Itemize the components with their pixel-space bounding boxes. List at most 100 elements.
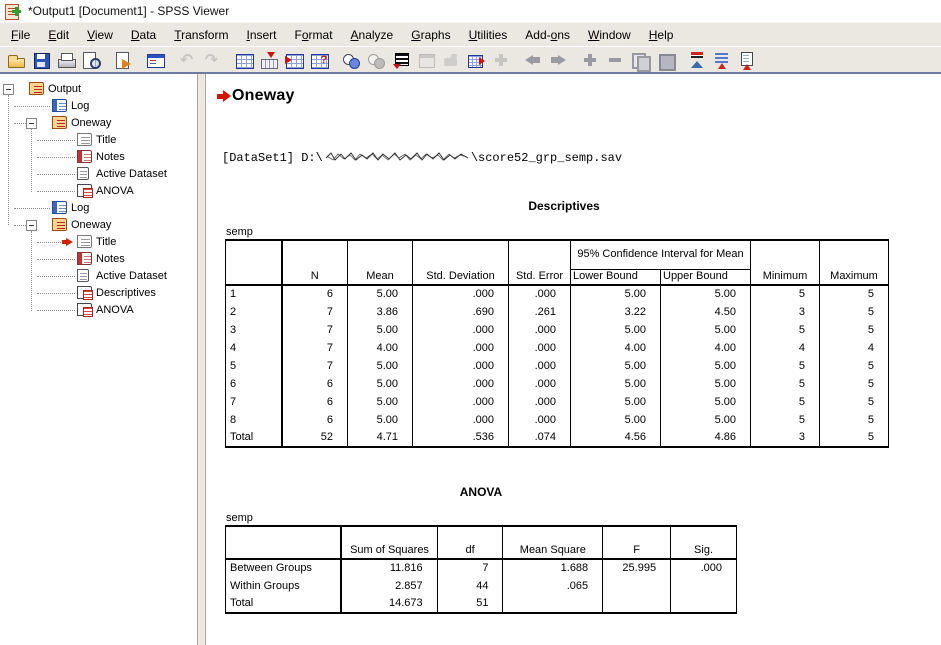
select-cases-button[interactable] bbox=[281, 48, 306, 71]
collapse-box[interactable] bbox=[3, 84, 14, 95]
export-output-button[interactable] bbox=[110, 48, 135, 71]
outline-item-active-dataset[interactable]: Active Dataset bbox=[0, 166, 197, 183]
select-last-output-button[interactable] bbox=[388, 48, 413, 71]
goto-case-button[interactable] bbox=[256, 48, 281, 71]
goto-case-icon bbox=[259, 50, 279, 70]
open-file-button[interactable] bbox=[3, 48, 28, 71]
outline-item-output[interactable]: Output bbox=[0, 81, 197, 98]
tree-connector bbox=[37, 310, 75, 311]
tree-connector bbox=[37, 242, 63, 243]
menu-data[interactable]: Data bbox=[122, 25, 165, 45]
print-button[interactable] bbox=[53, 48, 78, 71]
title-bar[interactable]: *Output1 [Document1] - SPSS Viewer bbox=[0, 0, 941, 22]
goto-data-button[interactable] bbox=[231, 48, 256, 71]
undo-button[interactable] bbox=[174, 48, 199, 71]
cell bbox=[671, 577, 737, 595]
anova-caption: semp bbox=[225, 512, 737, 524]
outline-item-oneway[interactable]: Oneway bbox=[0, 115, 197, 132]
table-row: 375.00.000.0005.005.0055 bbox=[226, 321, 889, 339]
show-item-button[interactable] bbox=[627, 48, 652, 71]
menu-file[interactable]: File bbox=[2, 25, 39, 45]
cell: 5 bbox=[820, 375, 889, 393]
menu-transform[interactable]: Transform bbox=[165, 25, 237, 45]
outline-item-title[interactable]: Title bbox=[0, 132, 197, 149]
use-sets-icon bbox=[341, 50, 361, 70]
variables-button[interactable] bbox=[306, 48, 331, 71]
designate-window-icon bbox=[416, 50, 436, 70]
insert-object-button[interactable] bbox=[488, 48, 513, 71]
menu-view[interactable]: View bbox=[78, 25, 122, 45]
cell: .000 bbox=[413, 285, 509, 303]
insert-heading-button[interactable] bbox=[734, 48, 759, 71]
outline-item-log[interactable]: Log bbox=[0, 98, 197, 115]
outline-item-label: Output bbox=[48, 83, 81, 95]
outline-item-active-dataset[interactable]: Active Dataset bbox=[0, 268, 197, 285]
save-button[interactable] bbox=[28, 48, 53, 71]
cell: .000 bbox=[413, 375, 509, 393]
pane-splitter[interactable] bbox=[197, 74, 206, 645]
demote-item-button[interactable] bbox=[709, 48, 734, 71]
menu-edit[interactable]: Edit bbox=[39, 25, 78, 45]
menu-help[interactable]: Help bbox=[640, 25, 683, 45]
menu-add-ons[interactable]: Add-ons bbox=[516, 25, 579, 45]
cell: 4 bbox=[820, 339, 889, 357]
menu-insert[interactable]: Insert bbox=[237, 25, 285, 45]
use-sets-button[interactable] bbox=[338, 48, 363, 71]
column-header: N bbox=[282, 240, 348, 285]
cell: 7 bbox=[282, 339, 348, 357]
menu-format[interactable]: Format bbox=[286, 25, 342, 45]
menu-utilities[interactable]: Utilities bbox=[460, 25, 517, 45]
outline-item-label: ANOVA bbox=[96, 304, 134, 316]
menu-window[interactable]: Window bbox=[579, 25, 640, 45]
cell: 52 bbox=[282, 429, 348, 447]
collapse-box[interactable] bbox=[26, 220, 37, 231]
outline-item-notes[interactable]: Notes bbox=[0, 251, 197, 268]
next-item-button[interactable] bbox=[545, 48, 570, 71]
collapse-box[interactable] bbox=[26, 118, 37, 129]
designate-window-button[interactable] bbox=[413, 48, 438, 71]
recall-dialog-button[interactable] bbox=[142, 48, 167, 71]
anova-table[interactable]: Sum of SquaresdfMean SquareFSig.Between … bbox=[225, 525, 737, 614]
menu-analyze[interactable]: Analyze bbox=[342, 25, 403, 45]
outline-item-label: Descriptives bbox=[96, 287, 156, 299]
outline-item-descriptives[interactable]: Descriptives bbox=[0, 285, 197, 302]
cell: 5.00 bbox=[571, 321, 661, 339]
cell: 7 bbox=[282, 357, 348, 375]
outline-item-label: Log bbox=[71, 100, 89, 112]
cell: 5.00 bbox=[571, 357, 661, 375]
previous-item-button[interactable] bbox=[520, 48, 545, 71]
cell: 3.86 bbox=[348, 303, 413, 321]
descriptives-table[interactable]: NMeanStd. DeviationStd. Error95% Confide… bbox=[225, 239, 889, 448]
print-preview-button[interactable] bbox=[78, 48, 103, 71]
expand-outline-button[interactable] bbox=[577, 48, 602, 71]
row-label: Total bbox=[226, 595, 342, 613]
toolbar-separator bbox=[570, 48, 577, 71]
redo-button[interactable] bbox=[199, 48, 224, 71]
outline-item-notes[interactable]: Notes bbox=[0, 149, 197, 166]
cell: 5.00 bbox=[571, 375, 661, 393]
outline-item-anova[interactable]: ANOVA bbox=[0, 183, 197, 200]
outline-item-log[interactable]: Log bbox=[0, 200, 197, 217]
hide-results-button[interactable] bbox=[438, 48, 463, 71]
outline-item-anova[interactable]: ANOVA bbox=[0, 302, 197, 319]
app-icon[interactable] bbox=[5, 3, 21, 19]
cell: .000 bbox=[509, 285, 571, 303]
hide-item-button[interactable] bbox=[652, 48, 677, 71]
collapse-outline-button[interactable] bbox=[602, 48, 627, 71]
cell: 5.00 bbox=[661, 411, 751, 429]
cell: 6 bbox=[282, 375, 348, 393]
cell: 5 bbox=[820, 357, 889, 375]
cell: 7 bbox=[282, 303, 348, 321]
outline-item-oneway[interactable]: Oneway bbox=[0, 217, 197, 234]
select-sets-button[interactable] bbox=[363, 48, 388, 71]
cell: 4.00 bbox=[348, 339, 413, 357]
cell: 3.22 bbox=[571, 303, 661, 321]
insert-chart-button[interactable] bbox=[463, 48, 488, 71]
cell: 5.00 bbox=[661, 393, 751, 411]
toolbar-separator bbox=[224, 48, 231, 71]
redo-icon bbox=[202, 50, 222, 70]
tree-connector bbox=[14, 123, 26, 124]
outline-item-title[interactable]: Title bbox=[0, 234, 197, 251]
menu-graphs[interactable]: Graphs bbox=[402, 25, 459, 45]
promote-item-button[interactable] bbox=[684, 48, 709, 71]
